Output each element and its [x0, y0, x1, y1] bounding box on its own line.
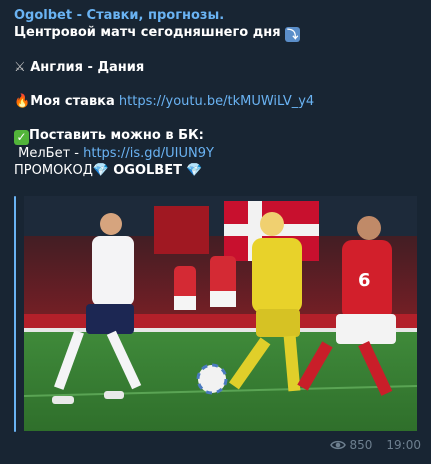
- match-text: Англия - Дания: [30, 60, 145, 75]
- bet-line: 🔥Моя ставка https://youtu.be/tkMUWiLV_y4: [14, 93, 421, 110]
- bookmaker-line: ✓ Поставить можно в БК:: [14, 127, 421, 145]
- promo-label: ПРОМОКОД: [14, 163, 93, 178]
- preview-accent-bar: [14, 196, 16, 432]
- fire-icon: 🔥: [14, 94, 31, 109]
- bet-link[interactable]: https://youtu.be/tkMUWiLV_y4: [119, 94, 314, 109]
- link-preview[interactable]: 6: [14, 196, 417, 432]
- match-line: ⚔ Англия - Дания: [14, 59, 421, 76]
- channel-name[interactable]: Ogolbet - Ставки, прогнозы.: [14, 7, 421, 24]
- eye-icon: [329, 440, 346, 450]
- bookmaker-label: Поставить можно в БК:: [29, 128, 204, 143]
- view-count: 850: [349, 438, 373, 452]
- check-mark-icon: ✓: [14, 130, 29, 145]
- gem-icon: 💎: [92, 163, 110, 178]
- bet-label: Моя ставка: [30, 94, 115, 109]
- message-time: 19:00: [386, 438, 421, 452]
- promo-code: OGOLBET: [113, 163, 182, 178]
- bookmaker-link[interactable]: https://is.gd/UIUN9Y: [83, 146, 214, 161]
- bookmaker-name: МелБет -: [18, 146, 84, 161]
- preview-photo[interactable]: 6: [24, 196, 417, 431]
- bookmaker-link-line: МелБет - https://is.gd/UIUN9Y: [14, 145, 421, 162]
- crossed-swords-icon: ⚔: [14, 60, 26, 75]
- promo-line: ПРОМОКОД💎 OGOLBET 💎: [14, 162, 421, 179]
- football-match-photo: 6: [24, 196, 417, 431]
- headline-text: Центровой матч сегодняшнего дня: [14, 25, 281, 40]
- message-meta: 850 19:00: [329, 438, 421, 452]
- headline-line: Центровой матч сегодняшнего дня ⤵: [14, 24, 421, 42]
- arrow-down-emoji-icon: ⤵: [285, 27, 301, 42]
- svg-text:6: 6: [358, 270, 371, 291]
- gem-icon: 💎: [186, 163, 203, 178]
